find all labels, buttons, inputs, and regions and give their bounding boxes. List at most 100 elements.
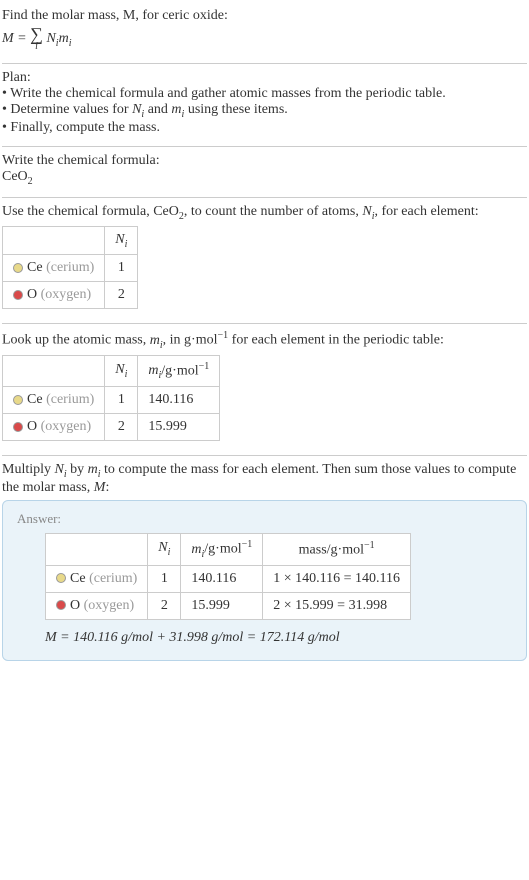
mi-cell: 15.999 xyxy=(181,592,263,619)
element-dot-icon xyxy=(13,290,23,300)
header-mi-sup: −1 xyxy=(199,361,210,372)
mass-mid: , in g·mol xyxy=(163,333,218,348)
mass-cell: 2 × 15.999 = 31.998 xyxy=(263,592,411,619)
table-row: Ce (cerium) 1 140.116 1 × 140.116 = 140.… xyxy=(46,565,411,592)
header-blank xyxy=(3,226,105,255)
count-section: Use the chemical formula, CeO2, to count… xyxy=(2,200,527,322)
ni-cell: 1 xyxy=(148,565,181,592)
header-blank xyxy=(3,355,105,386)
element-name: (oxygen) xyxy=(84,598,135,613)
compute-mid1: by xyxy=(67,462,88,477)
element-symbol: O xyxy=(70,598,80,613)
divider xyxy=(2,323,527,324)
element-cell: O (oxygen) xyxy=(46,592,148,619)
mass-sup: −1 xyxy=(218,330,229,341)
header-mass-text: mass/g·mol xyxy=(299,543,364,558)
intro-section: Find the molar mass, M, for ceric oxide:… xyxy=(2,4,527,61)
count-mid: , to count the number of atoms, xyxy=(184,204,362,219)
ni-cell: 2 xyxy=(148,592,181,619)
table-row: O (oxygen) 2 15.999 xyxy=(3,414,220,441)
count-post: , for each element: xyxy=(374,204,478,219)
plan-b2-pre: • Determine values for xyxy=(2,102,132,117)
header-mi-sup: −1 xyxy=(242,539,253,550)
table-row: Ce (cerium) 1 140.116 xyxy=(3,387,220,414)
answer-final: M = 140.116 g/mol + 31.998 g/mol = 172.1… xyxy=(45,630,512,646)
element-dot-icon xyxy=(13,422,23,432)
header-ni: Ni xyxy=(105,355,138,386)
table-row: O (oxygen) 2 xyxy=(3,282,138,309)
divider xyxy=(2,197,527,198)
element-symbol: Ce xyxy=(70,571,86,586)
element-symbol: Ce xyxy=(27,392,43,407)
plan-b2-post: using these items. xyxy=(184,102,287,117)
intro-formula: M = ∑i Nimi xyxy=(2,24,527,53)
mi-cell: 140.116 xyxy=(181,565,263,592)
header-ni-text: N xyxy=(158,540,167,555)
table-row: O (oxygen) 2 15.999 2 × 15.999 = 31.998 xyxy=(46,592,411,619)
mi-cell: 15.999 xyxy=(138,414,220,441)
answer-label: Answer: xyxy=(17,511,512,527)
table-header-row: Ni mi/g·mol−1 mass/g·mol−1 xyxy=(46,534,411,565)
mass-text: Look up the atomic mass, mi, in g·mol−1 … xyxy=(2,330,527,350)
write-formula-heading: Write the chemical formula: xyxy=(2,153,527,169)
plan-bullet-3: • Finally, compute the mass. xyxy=(2,120,527,136)
header-mi-unit: /g·mol xyxy=(204,542,241,557)
header-ni: Ni xyxy=(148,534,181,565)
element-symbol: O xyxy=(27,287,37,302)
formula-sub: 2 xyxy=(28,176,33,187)
ni-cell: 1 xyxy=(105,387,138,414)
ni-cell: 2 xyxy=(105,414,138,441)
header-ni-text: N xyxy=(115,232,124,247)
header-ni: Ni xyxy=(105,226,138,255)
answer-box: Answer: Ni mi/g·mol−1 mass/g·mol−1 Ce (c… xyxy=(2,500,527,660)
element-cell: O (oxygen) xyxy=(3,414,105,441)
mass-cell: 1 × 140.116 = 140.116 xyxy=(263,565,411,592)
plan-bullet-1: • Write the chemical formula and gather … xyxy=(2,86,527,102)
element-cell: Ce (cerium) xyxy=(3,387,105,414)
chemical-formula: CeO2 xyxy=(2,169,527,187)
header-blank xyxy=(46,534,148,565)
divider xyxy=(2,146,527,147)
element-name: (oxygen) xyxy=(41,419,92,434)
plan-section: Plan: • Write the chemical formula and g… xyxy=(2,66,527,144)
element-cell: Ce (cerium) xyxy=(3,255,105,282)
compute-pre: Multiply xyxy=(2,462,55,477)
compute-post: : xyxy=(105,480,109,495)
element-name: (oxygen) xyxy=(41,287,92,302)
mass-section: Look up the atomic mass, mi, in g·mol−1 … xyxy=(2,326,527,453)
header-mi: mi/g·mol−1 xyxy=(181,534,263,565)
table-header-row: Ni mi/g·mol−1 xyxy=(3,355,220,386)
table-header-row: Ni xyxy=(3,226,138,255)
element-dot-icon xyxy=(56,600,66,610)
count-table: Ni Ce (cerium) 1 O (oxygen) 2 xyxy=(2,226,138,310)
element-symbol: O xyxy=(27,419,37,434)
element-name: (cerium) xyxy=(46,260,94,275)
element-dot-icon xyxy=(13,395,23,405)
mass-pre: Look up the atomic mass, xyxy=(2,333,150,348)
element-symbol: Ce xyxy=(27,260,43,275)
element-cell: Ce (cerium) xyxy=(46,565,148,592)
ni-cell: 1 xyxy=(105,255,138,282)
sigma-symbol: ∑i xyxy=(30,26,43,51)
header-mass: mass/g·mol−1 xyxy=(263,534,411,565)
plan-b2-mid: and xyxy=(144,102,171,117)
formula-main: CeO xyxy=(2,169,28,184)
compute-section: Multiply Ni by mi to compute the mass fo… xyxy=(2,458,527,668)
element-dot-icon xyxy=(56,573,66,583)
mass-table: Ni mi/g·mol−1 Ce (cerium) 1 140.116 O (o… xyxy=(2,355,220,441)
table-row: Ce (cerium) 1 xyxy=(3,255,138,282)
intro-text: Find the molar mass, M, for ceric oxide: xyxy=(2,8,228,23)
intro-line1: Find the molar mass, M, for ceric oxide: xyxy=(2,8,527,24)
divider xyxy=(2,63,527,64)
plan-heading: Plan: xyxy=(2,70,527,86)
header-mi-unit: /g·mol xyxy=(161,363,198,378)
answer-table: Ni mi/g·mol−1 mass/g·mol−1 Ce (cerium) 1… xyxy=(45,533,411,619)
header-mi-pre: m xyxy=(191,542,201,557)
count-text: Use the chemical formula, CeO2, to count… xyxy=(2,204,527,222)
header-mi-pre: m xyxy=(148,363,158,378)
element-dot-icon xyxy=(13,263,23,273)
formula-lhs: M = xyxy=(2,31,30,46)
write-formula-section: Write the chemical formula: CeO2 xyxy=(2,149,527,195)
header-mi: mi/g·mol−1 xyxy=(138,355,220,386)
element-name: (cerium) xyxy=(89,571,137,586)
